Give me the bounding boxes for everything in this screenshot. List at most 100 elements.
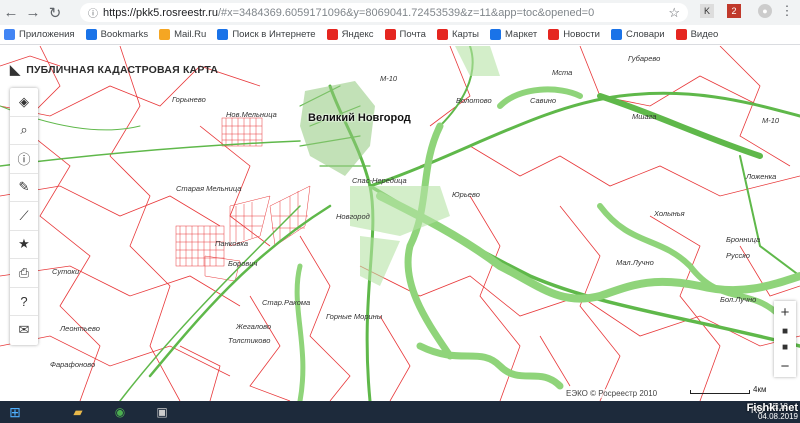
mail-icon (384, 29, 396, 40)
bookmark-item[interactable]: Приложения (4, 29, 75, 40)
zoom-level-indicator[interactable]: ■ (774, 339, 796, 355)
globe-icon (610, 29, 622, 40)
menu-icon[interactable]: ⋮ (780, 3, 794, 18)
place-label: Волотово (456, 96, 492, 105)
cart-icon (490, 29, 502, 40)
at-icon (159, 29, 171, 40)
zoom-level-indicator[interactable]: ■ (774, 323, 796, 339)
place-label: Старая Мельница (176, 184, 242, 193)
favorite-icon[interactable]: ★ (10, 231, 38, 259)
zoom-out-button[interactable]: − (774, 355, 796, 377)
extension-badge-icon[interactable]: 2 (727, 4, 741, 18)
info-icon[interactable]: ⓘ (10, 145, 38, 174)
map-toolbar: ◈ ⌕ ⓘ ✎ ⟋ ★ ⎙? ✉ (10, 88, 38, 345)
bookmark-item[interactable]: Словари (610, 29, 665, 40)
url-host: https://pkk5.rosreestr.ru (103, 6, 218, 19)
rosreestr-logo-icon: ◣ (10, 62, 21, 77)
map-copyright: ЕЭКО © Росреестр 2010 (566, 389, 658, 398)
profile-avatar[interactable]: ● (758, 4, 772, 18)
bookmark-item[interactable]: Маркет (490, 29, 537, 40)
zoom-in-button[interactable]: + (774, 301, 796, 323)
taskbar: ⊞ ▰ ◉ ▣ RU 22:18 04.08.2019 (0, 401, 800, 423)
place-label: Жегалово (236, 322, 272, 331)
place-label: Стар.Ракома (262, 298, 311, 307)
bookmark-item[interactable]: Почта (384, 29, 426, 40)
place-label: Мал.Лучно (616, 258, 654, 267)
map-scale: 4км (690, 385, 766, 394)
place-label: Юрьево (452, 190, 480, 199)
news-icon (548, 29, 560, 40)
yandex-icon (675, 29, 687, 40)
bookmark-label: Словари (625, 29, 665, 40)
url-path: /#x=3484369.6059171096&y=8069041.7245353… (217, 6, 595, 19)
scale-bar (690, 390, 750, 394)
explorer-icon[interactable]: ▰ (58, 401, 98, 423)
place-label: Борович (228, 259, 258, 268)
draw-icon[interactable]: ✎ (10, 174, 38, 202)
print-icon[interactable]: ⎙ (10, 259, 38, 288)
bookmark-label: Поиск в Интернете (232, 29, 316, 40)
reload-icon[interactable]: ↻ (44, 2, 66, 24)
map-pin-icon (436, 29, 448, 40)
watermark: Fishki.net (746, 402, 798, 414)
message-icon[interactable]: ✉ (10, 316, 38, 345)
bookmark-item[interactable]: Карты (436, 29, 480, 40)
apps-icon (4, 29, 15, 40)
search-icon (217, 29, 229, 40)
place-label: Холынья (654, 209, 685, 218)
bookmark-item[interactable]: Новости (548, 29, 600, 40)
bookmark-item[interactable]: Видео (675, 29, 719, 40)
city-label: Великий Новгород (308, 112, 411, 124)
bookmark-label: Карты (451, 29, 480, 40)
bookmark-label: Видео (690, 29, 719, 40)
bookmark-star-icon[interactable]: ☆ (668, 5, 680, 21)
back-icon[interactable]: ← (0, 2, 22, 24)
bookmark-item[interactable]: Mail.Ru (159, 29, 206, 40)
browser-toolbar: ← → ↻ ⓘ https://pkk5.rosreestr.ru/#x=348… (0, 0, 800, 25)
bookmark-label: Маркет (505, 29, 538, 40)
bookmark-label: Mail.Ru (174, 29, 207, 40)
bookmark-label: Яндекс (341, 29, 374, 40)
bookmark-label: Новости (563, 29, 600, 40)
chrome-icon[interactable]: ◉ (100, 401, 140, 423)
place-label: Русско (726, 251, 750, 260)
bookmarks-bar: Приложения Bookmarks Mail.Ru Поиск в Интерн… (0, 25, 800, 45)
place-label: Бронница (726, 235, 761, 244)
address-bar[interactable]: ⓘ https://pkk5.rosreestr.ru/#x=3484369.6… (80, 3, 688, 22)
place-label: Новгород (336, 212, 370, 221)
place-label: Ложенка (746, 172, 777, 181)
star-icon (85, 29, 97, 40)
help-icon[interactable]: ? (10, 288, 38, 316)
bookmark-label: Приложения (19, 29, 75, 40)
place-label: Бол.Лучно (720, 295, 757, 304)
bookmark-item[interactable]: Яндекс (326, 29, 374, 40)
cadastral-map[interactable]: ◣ ПУБЛИЧНАЯ КАДАСТРОВАЯ КАРТА ◈ ⌕ ⓘ ✎ ⟋ ★ ⎙? ✉ … (0, 46, 800, 401)
bookmark-item[interactable]: Bookmarks (85, 29, 149, 40)
windows-start-icon[interactable]: ⊞ (0, 401, 30, 423)
forward-icon[interactable]: → (22, 2, 44, 24)
zoom-controls: + ■ ■ − (774, 301, 796, 377)
bookmark-label: Почта (399, 29, 426, 40)
media-icon[interactable]: ▣ (142, 401, 182, 423)
map-canvas[interactable] (0, 46, 800, 401)
scale-label: 4км (753, 385, 767, 394)
place-label: Мста (552, 68, 573, 77)
place-label: Сутоки (52, 267, 80, 276)
bookmark-label: Bookmarks (100, 29, 149, 40)
place-label: М-10 (762, 116, 780, 125)
bookmark-item[interactable]: Поиск в Интернете (217, 29, 316, 40)
map-title: ◣ ПУБЛИЧНАЯ КАДАСТРОВАЯ КАРТА (10, 62, 218, 78)
measure-icon[interactable]: ⟋ (10, 202, 38, 231)
search-icon[interactable]: ⌕ (10, 117, 38, 145)
place-label: Нов.Мельница (226, 110, 277, 119)
place-label: М-10 (380, 74, 398, 83)
place-label: Фарафоново (50, 360, 96, 369)
layers-icon[interactable]: ◈ (10, 88, 38, 117)
place-label: Леонтьево (60, 324, 100, 333)
settlement-parcels (175, 117, 311, 282)
info-icon[interactable]: ⓘ (88, 5, 98, 20)
place-label: Спас-Нередица (352, 176, 407, 185)
map-title-text: ПУБЛИЧНАЯ КАДАСТРОВАЯ КАРТА (26, 64, 219, 76)
place-label: Губарево (628, 54, 661, 63)
extension-icon[interactable]: K (700, 4, 714, 18)
